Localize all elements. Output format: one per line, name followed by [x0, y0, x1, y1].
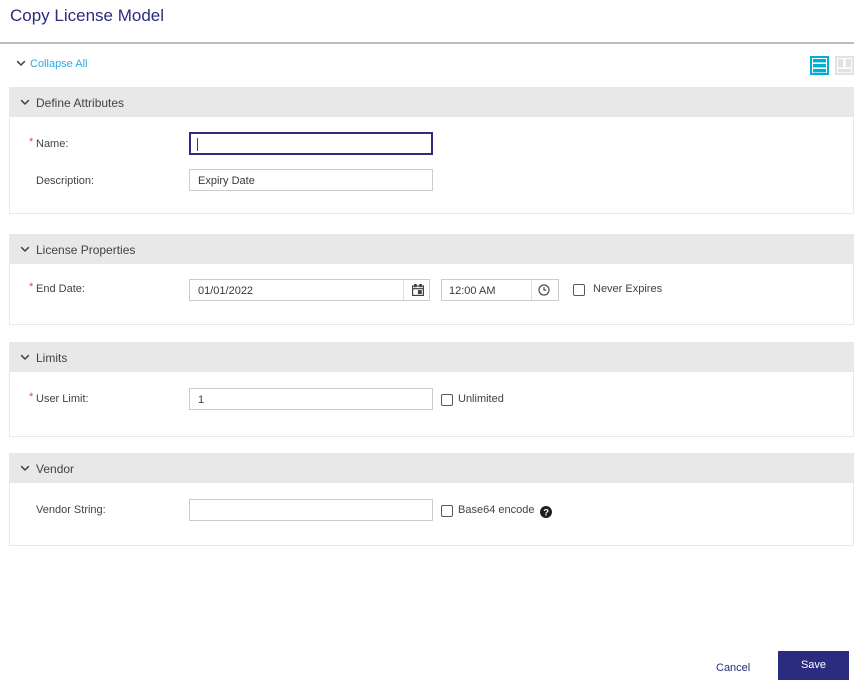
svg-text:?: ?	[543, 507, 549, 518]
